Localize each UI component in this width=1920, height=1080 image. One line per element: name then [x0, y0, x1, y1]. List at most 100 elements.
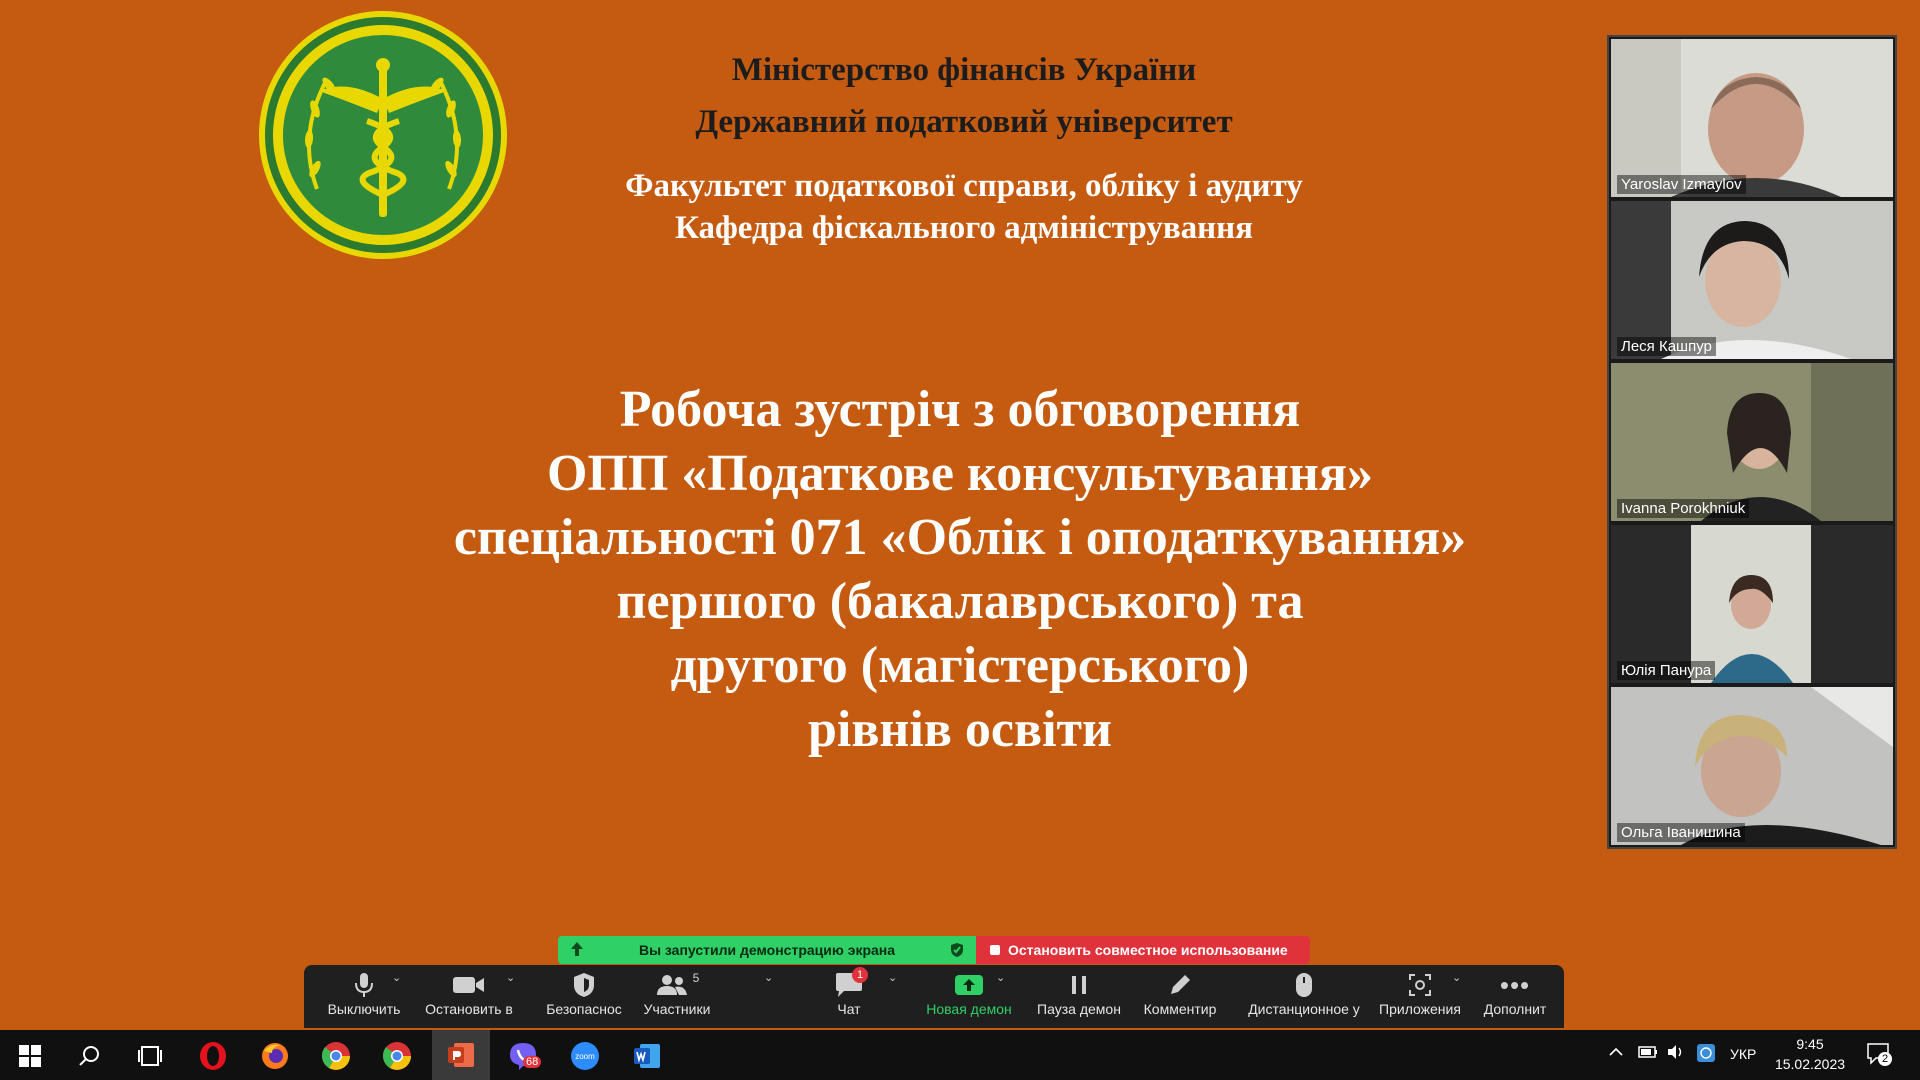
share-status-text: Вы запустили демонстрацию экрана: [638, 942, 896, 958]
shield-check-icon: [950, 942, 964, 961]
participants-count: 5: [692, 971, 700, 985]
slide-title: Робоча зустріч з обговорення ОПП «Податк…: [360, 378, 1560, 762]
pause-share-label: Пауза демон: [1037, 1001, 1121, 1017]
participant-tile-active-speaker[interactable]: Ольга Іванишина: [1611, 687, 1893, 845]
screen-share-banner: Вы запустили демонстрацию экрана Останов…: [558, 936, 1310, 964]
more-label: Дополнит: [1483, 1001, 1547, 1017]
stop-share-label: Остановить совместное использование: [1008, 942, 1288, 958]
meeting-toolbar: Выключить ⌄ Остановить в ⌄ Безопаснос 5 …: [304, 965, 1564, 1028]
pencil-icon: [1167, 969, 1193, 1001]
annotate-label: Комментир: [1143, 1001, 1217, 1017]
chevron-down-icon[interactable]: ⌄: [506, 971, 515, 984]
video-camera-icon: [452, 969, 486, 1001]
chrome-browser-icon[interactable]: [377, 1036, 417, 1076]
participant-video: [1611, 363, 1893, 521]
participant-name: Ольга Іванишина: [1617, 823, 1745, 842]
share-screen-up-arrow-icon: [954, 969, 984, 1001]
annotate-button[interactable]: Комментир: [1130, 969, 1230, 1025]
mute-label: Выключить: [327, 1001, 401, 1017]
opera-browser-icon[interactable]: [193, 1036, 233, 1076]
apps-icon: [1407, 969, 1433, 1001]
chevron-down-icon[interactable]: ⌄: [764, 971, 773, 984]
participants-button[interactable]: 5 Участники: [624, 969, 730, 1025]
windows-start-icon[interactable]: [10, 1036, 50, 1076]
firefox-browser-icon[interactable]: [255, 1036, 295, 1076]
slide-title-line: Робоча зустріч з обговорення: [619, 381, 1301, 438]
search-icon[interactable]: [70, 1036, 110, 1076]
security-label: Безопаснос: [546, 1001, 622, 1017]
participant-video: [1611, 39, 1893, 197]
shield-icon: [573, 969, 595, 1001]
chat-badge: 1: [852, 967, 868, 983]
chat-button[interactable]: 1 Чат: [804, 967, 894, 1025]
participant-tile[interactable]: Ivanna Porokhniuk: [1611, 363, 1893, 521]
security-button[interactable]: Безопаснос: [534, 969, 634, 1025]
department-heading: Кафедра фіскального адміністрування: [674, 210, 1254, 246]
apps-label: Приложения: [1379, 1001, 1461, 1017]
participant-video: [1611, 201, 1893, 359]
pause-share-button[interactable]: Пауза демон: [1024, 969, 1134, 1025]
slide-title-line: спеціальності 071 «Облік і оподаткування…: [453, 509, 1467, 566]
participant-name: Леся Кашпур: [1617, 337, 1716, 356]
share-status: Вы запустили демонстрацию экрана: [558, 936, 976, 964]
zoom-app-icon[interactable]: zoom: [565, 1036, 605, 1076]
more-button[interactable]: ••• Дополнит: [1474, 969, 1556, 1025]
slide-title-line: рівнів освіти: [807, 701, 1113, 758]
tax-university-emblem-logo: [259, 11, 507, 259]
slide-title-line: другого (магістерського): [670, 637, 1250, 694]
new-share-button[interactable]: Новая демон: [914, 969, 1024, 1025]
volume-icon[interactable]: [1666, 1044, 1686, 1063]
participant-name: Ivanna Porokhniuk: [1617, 499, 1750, 518]
faculty-heading: Факультет податкової справи, обліку і ау…: [625, 168, 1303, 204]
pause-icon: [1068, 969, 1090, 1001]
network-globe-icon[interactable]: [1696, 1043, 1716, 1066]
stop-video-button[interactable]: Остановить в: [419, 969, 519, 1025]
microphone-icon: [353, 969, 375, 1001]
new-share-label: Новая демон: [926, 1001, 1012, 1017]
chevron-down-icon[interactable]: ⌄: [996, 971, 1005, 984]
notifications-icon[interactable]: 2: [1866, 1042, 1892, 1069]
participant-tile[interactable]: Леся Кашпур: [1611, 201, 1893, 359]
viber-badge: 68: [523, 1056, 542, 1068]
mouse-icon: [1294, 969, 1314, 1001]
chat-bubble-icon: 1: [834, 967, 868, 1001]
clock[interactable]: 9:45 15.02.2023: [1772, 1034, 1848, 1074]
participant-gallery[interactable]: Yaroslav Izmaylov Леся Кашпур Ivanna Por…: [1607, 35, 1897, 849]
stop-square-icon: [990, 945, 1000, 955]
participant-tile[interactable]: Yaroslav Izmaylov: [1611, 39, 1893, 197]
stop-video-label: Остановить в: [425, 1001, 513, 1017]
people-icon: 5: [655, 969, 700, 1001]
chevron-down-icon[interactable]: ⌄: [392, 971, 401, 984]
chevron-up-icon[interactable]: [1608, 1044, 1624, 1063]
notifications-badge: 2: [1878, 1052, 1892, 1066]
battery-icon[interactable]: [1638, 1045, 1658, 1062]
word-icon[interactable]: [627, 1036, 667, 1076]
stop-share-button[interactable]: Остановить совместное использование: [976, 936, 1310, 964]
participant-name: Yaroslav Izmaylov: [1617, 175, 1746, 194]
remote-control-button[interactable]: Дистанционное у: [1234, 969, 1374, 1025]
svg-text:zoom: zoom: [575, 1052, 595, 1061]
clock-time: 9:45: [1796, 1036, 1824, 1052]
ministry-heading: Міністерство фінансів України: [731, 52, 1197, 88]
slide-title-line: першого (бакалаврського) та: [616, 573, 1304, 630]
university-heading: Державний податковий університет: [695, 104, 1233, 140]
powerpoint-icon[interactable]: [432, 1030, 490, 1080]
remote-control-label: Дистанционное у: [1248, 1001, 1360, 1017]
keyboard-language[interactable]: УКР: [1730, 1046, 1756, 1062]
viber-icon[interactable]: 68: [503, 1036, 543, 1076]
slide-title-line: ОПП «Податкове консультування»: [547, 445, 1373, 502]
windows-taskbar: 68 zoom УКР 9:45 15.02.2023 2: [0, 1030, 1920, 1080]
chrome-browser-icon[interactable]: [316, 1036, 356, 1076]
participant-name: Юлія Панура: [1617, 661, 1716, 680]
participant-video: [1611, 687, 1893, 845]
ellipsis-icon: •••: [1499, 969, 1531, 1000]
chevron-down-icon[interactable]: ⌄: [888, 971, 897, 984]
task-view-icon[interactable]: [130, 1036, 170, 1076]
participant-tile[interactable]: Юлія Панура: [1611, 525, 1893, 683]
chat-label: Чат: [837, 1001, 861, 1017]
participant-video: [1611, 525, 1893, 683]
chevron-down-icon[interactable]: ⌄: [1452, 971, 1461, 984]
participants-label: Участники: [643, 1001, 711, 1017]
clock-date: 15.02.2023: [1774, 1056, 1846, 1072]
share-arrow-icon: [570, 941, 584, 960]
